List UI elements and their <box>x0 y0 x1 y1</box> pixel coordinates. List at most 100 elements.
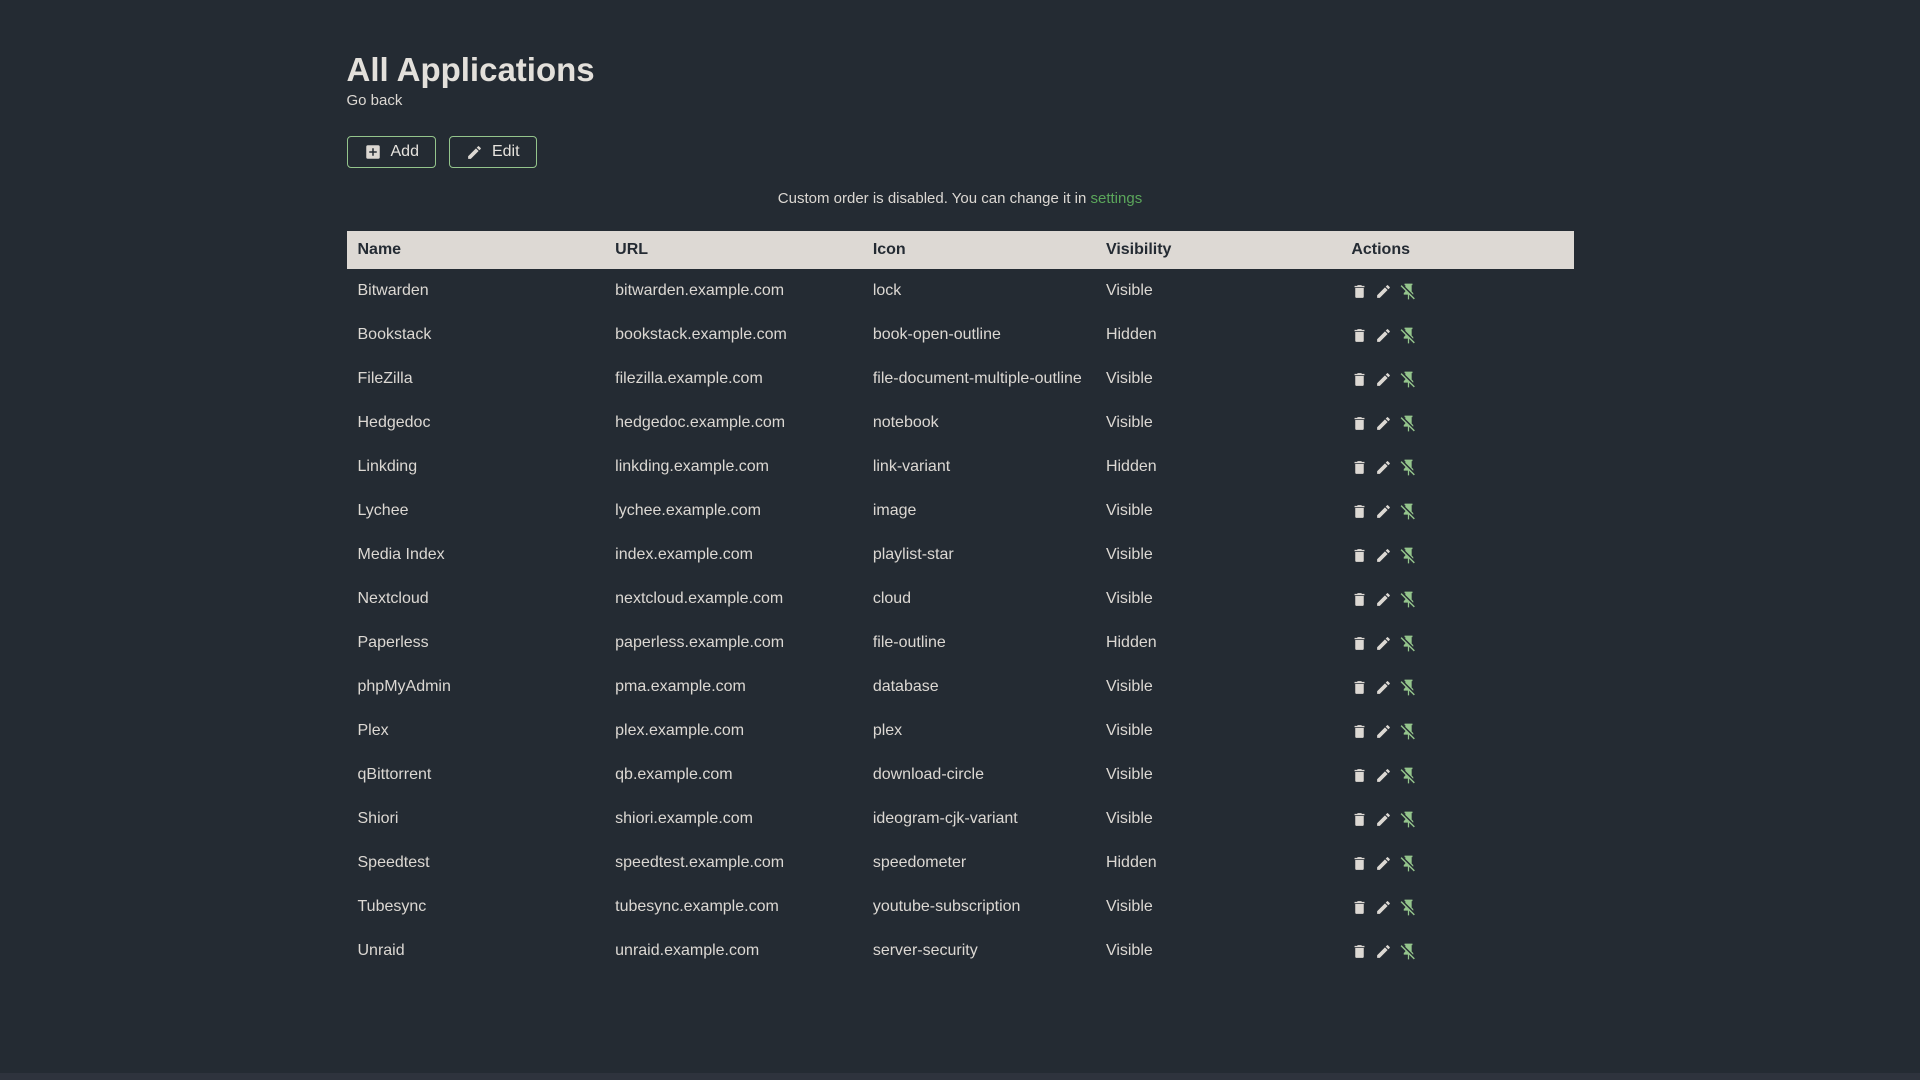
cell-icon: ideogram-cjk-variant <box>872 810 1018 828</box>
table-row: Bitwarden bitwarden.example.com lock Vis… <box>347 269 1574 313</box>
applications-table: Name URL Icon Visibility Actions Bitward… <box>346 231 1574 973</box>
delete-icon[interactable] <box>1351 283 1368 300</box>
cell-visibility: Visible <box>1105 942 1153 960</box>
table-row: Unraid unraid.example.com server-securit… <box>347 929 1574 973</box>
pin-off-icon[interactable] <box>1399 766 1418 785</box>
pencil-icon[interactable] <box>1375 635 1392 652</box>
cell-visibility: Hidden <box>1105 326 1157 344</box>
go-back-link[interactable]: Go back <box>347 92 403 109</box>
pencil-icon[interactable] <box>1375 503 1392 520</box>
pin-off-icon[interactable] <box>1399 282 1418 301</box>
cell-visibility: Visible <box>1105 282 1153 300</box>
pin-off-icon[interactable] <box>1399 854 1418 873</box>
table-row: Hedgedoc hedgedoc.example.com notebook V… <box>347 401 1574 445</box>
cell-visibility: Visible <box>1105 370 1153 388</box>
pin-off-icon[interactable] <box>1399 678 1418 697</box>
pencil-icon[interactable] <box>1375 283 1392 300</box>
row-actions <box>1351 810 1565 829</box>
delete-icon[interactable] <box>1351 767 1368 784</box>
pencil-icon[interactable] <box>1375 371 1392 388</box>
cell-name: Nextcloud <box>357 590 429 608</box>
delete-icon[interactable] <box>1351 591 1368 608</box>
header-visibility: Visibility <box>1094 231 1341 270</box>
notice-text: Custom order is disabled. You can change… <box>777 190 1091 208</box>
table-row: Media Index index.example.com playlist-s… <box>347 533 1574 577</box>
cell-url: unraid.example.com <box>615 942 760 960</box>
pin-off-icon[interactable] <box>1399 722 1418 741</box>
cell-name: Bookstack <box>357 326 432 344</box>
row-actions <box>1351 634 1565 653</box>
pencil-icon[interactable] <box>1375 855 1392 872</box>
delete-icon[interactable] <box>1351 371 1368 388</box>
cell-name: Paperless <box>357 634 429 652</box>
delete-icon[interactable] <box>1351 415 1368 432</box>
pin-off-icon[interactable] <box>1399 898 1418 917</box>
pin-off-icon[interactable] <box>1399 326 1418 345</box>
table-row: Nextcloud nextcloud.example.com cloud Vi… <box>347 577 1574 621</box>
delete-icon[interactable] <box>1351 459 1368 476</box>
cell-url: qb.example.com <box>615 766 733 784</box>
pin-off-icon[interactable] <box>1399 546 1418 565</box>
table-row: Bookstack bookstack.example.com book-ope… <box>347 313 1574 357</box>
cell-icon: image <box>872 502 917 520</box>
pin-off-icon[interactable] <box>1399 590 1418 609</box>
cell-icon: lock <box>872 282 902 300</box>
row-actions <box>1351 854 1565 873</box>
pencil-icon[interactable] <box>1375 327 1392 344</box>
pencil-icon[interactable] <box>1375 767 1392 784</box>
pencil-icon[interactable] <box>1375 459 1392 476</box>
cell-icon: youtube-subscription <box>872 898 1021 916</box>
delete-icon[interactable] <box>1351 899 1368 916</box>
cell-icon: playlist-star <box>872 546 954 564</box>
delete-icon[interactable] <box>1351 635 1368 652</box>
pin-off-icon[interactable] <box>1399 458 1418 477</box>
pin-off-icon[interactable] <box>1399 634 1418 653</box>
cell-name: Media Index <box>357 546 445 564</box>
cell-visibility: Hidden <box>1105 854 1157 872</box>
pin-off-icon[interactable] <box>1399 810 1418 829</box>
pencil-icon[interactable] <box>1375 415 1392 432</box>
row-actions <box>1351 502 1565 521</box>
table-row: FileZilla filezilla.example.com file-doc… <box>347 357 1574 401</box>
pin-off-icon[interactable] <box>1399 942 1418 961</box>
pencil-icon[interactable] <box>1375 811 1392 828</box>
pencil-icon[interactable] <box>1375 591 1392 608</box>
cell-url: lychee.example.com <box>615 502 761 520</box>
table-row: Speedtest speedtest.example.com speedome… <box>347 841 1574 885</box>
header-actions: Actions <box>1340 231 1574 270</box>
delete-icon[interactable] <box>1351 943 1368 960</box>
pin-off-icon[interactable] <box>1399 414 1418 433</box>
pencil-icon[interactable] <box>1375 547 1392 564</box>
delete-icon[interactable] <box>1351 723 1368 740</box>
pencil-icon <box>466 144 483 161</box>
delete-icon[interactable] <box>1351 679 1368 696</box>
settings-link[interactable]: settings <box>1091 190 1143 207</box>
row-actions <box>1351 414 1565 433</box>
horizontal-scrollbar[interactable] <box>0 1073 1920 1080</box>
row-actions <box>1351 722 1565 741</box>
delete-icon[interactable] <box>1351 855 1368 872</box>
pin-off-icon[interactable] <box>1399 502 1418 521</box>
pin-off-icon[interactable] <box>1399 370 1418 389</box>
cell-url: pma.example.com <box>615 678 746 696</box>
cell-icon: notebook <box>872 414 939 432</box>
edit-button[interactable]: Edit <box>448 136 537 169</box>
cell-name: Shiori <box>357 810 399 828</box>
add-button[interactable]: Add <box>346 136 436 169</box>
cell-icon: download-circle <box>872 766 984 784</box>
delete-icon[interactable] <box>1351 811 1368 828</box>
pencil-icon[interactable] <box>1375 679 1392 696</box>
cell-icon: server-security <box>872 942 978 960</box>
delete-icon[interactable] <box>1351 547 1368 564</box>
cell-visibility: Hidden <box>1105 634 1157 652</box>
delete-icon[interactable] <box>1351 503 1368 520</box>
pencil-icon[interactable] <box>1375 723 1392 740</box>
delete-icon[interactable] <box>1351 327 1368 344</box>
cell-visibility: Visible <box>1105 414 1153 432</box>
pencil-icon[interactable] <box>1375 943 1392 960</box>
table-row: Paperless paperless.example.com file-out… <box>347 621 1574 665</box>
cell-icon: speedometer <box>872 854 967 872</box>
cell-url: hedgedoc.example.com <box>615 414 786 432</box>
pencil-icon[interactable] <box>1375 899 1392 916</box>
cell-name: Bitwarden <box>357 282 429 300</box>
